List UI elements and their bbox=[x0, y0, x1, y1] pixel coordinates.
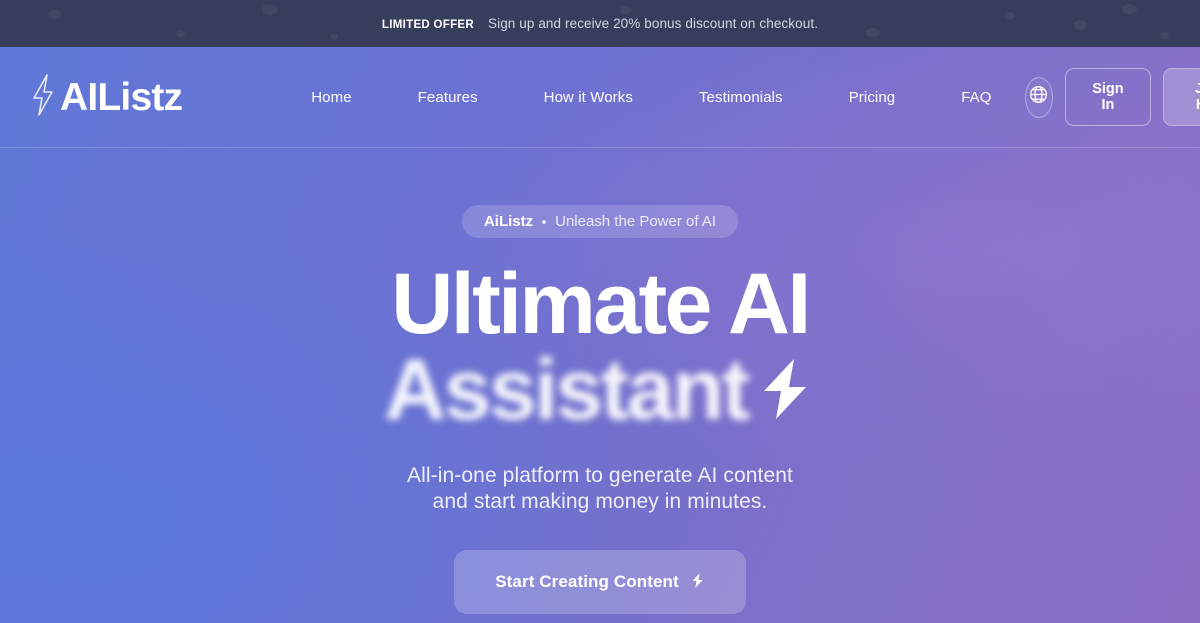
landing-page: LIMITED OFFER Sign up and receive 20% bo… bbox=[0, 0, 1200, 623]
sign-in-button[interactable]: Sign In bbox=[1064, 68, 1152, 126]
banner-speck bbox=[866, 28, 880, 37]
hero-title-line-2: Assistant bbox=[384, 342, 750, 439]
hero-subtitle: All-in-one platform to generate AI conte… bbox=[407, 463, 793, 516]
globe-icon bbox=[1028, 84, 1049, 110]
nav-item-pricing[interactable]: Pricing bbox=[816, 81, 929, 114]
logo[interactable]: AIListz bbox=[28, 72, 183, 123]
lightning-bolt-icon bbox=[690, 571, 705, 593]
header-actions: Sign In Join Hub bbox=[1024, 68, 1200, 126]
hero-title: Ultimate AI Assistant bbox=[384, 256, 816, 439]
banner-speck bbox=[330, 34, 338, 40]
nav-item-testimonials[interactable]: Testimonials bbox=[666, 81, 816, 114]
main-navigation: Home Features How it Works Testimonials … bbox=[278, 81, 1024, 114]
cta-label: Start Creating Content bbox=[495, 572, 679, 592]
nav-item-home[interactable]: Home bbox=[278, 81, 384, 114]
lightning-bolt-icon bbox=[754, 353, 816, 429]
nav-item-faq[interactable]: FAQ bbox=[928, 81, 1024, 114]
hero-title-line-1: Ultimate AI bbox=[391, 256, 811, 352]
nav-item-features[interactable]: Features bbox=[385, 81, 511, 114]
banner-speck bbox=[620, 6, 631, 14]
hero-subtitle-line-1: All-in-one platform to generate AI conte… bbox=[407, 463, 793, 487]
join-hub-button[interactable]: Join Hub bbox=[1163, 68, 1200, 126]
banner-speck bbox=[1004, 12, 1014, 20]
banner-speck bbox=[48, 10, 61, 19]
site-header: AIListz Home Features How it Works Testi… bbox=[0, 47, 1200, 148]
hero-section: AiListz Unleash the Power of AI Ultimate… bbox=[0, 148, 1200, 623]
hero-title-line-2-row: Assistant bbox=[384, 342, 816, 439]
start-creating-content-button[interactable]: Start Creating Content bbox=[454, 550, 746, 615]
banner-speck bbox=[1122, 4, 1137, 14]
hero-badge-dot-icon bbox=[542, 219, 547, 224]
banner-speck bbox=[1160, 32, 1169, 39]
nav-item-how-it-works[interactable]: How it Works bbox=[511, 81, 666, 114]
banner-content: LIMITED OFFER Sign up and receive 20% bo… bbox=[382, 16, 818, 31]
banner-speck bbox=[1074, 20, 1087, 30]
hero-badge[interactable]: AiListz Unleash the Power of AI bbox=[461, 205, 739, 238]
banner-speck bbox=[262, 4, 278, 15]
hero-subtitle-line-2: and start making money in minutes. bbox=[432, 489, 768, 513]
hero-badge-text: Unleash the Power of AI bbox=[555, 213, 717, 230]
logo-text: AIListz bbox=[60, 75, 183, 119]
lightning-bolt-outline-icon bbox=[28, 72, 58, 123]
language-selector-button[interactable] bbox=[1024, 76, 1053, 118]
banner-offer-tag: LIMITED OFFER bbox=[381, 19, 474, 31]
banner-offer-text: Sign up and receive 20% bonus discount o… bbox=[487, 16, 819, 31]
announcement-banner: LIMITED OFFER Sign up and receive 20% bo… bbox=[0, 0, 1200, 47]
hero-badge-brand: AiListz bbox=[483, 213, 534, 230]
banner-speck bbox=[176, 30, 185, 37]
